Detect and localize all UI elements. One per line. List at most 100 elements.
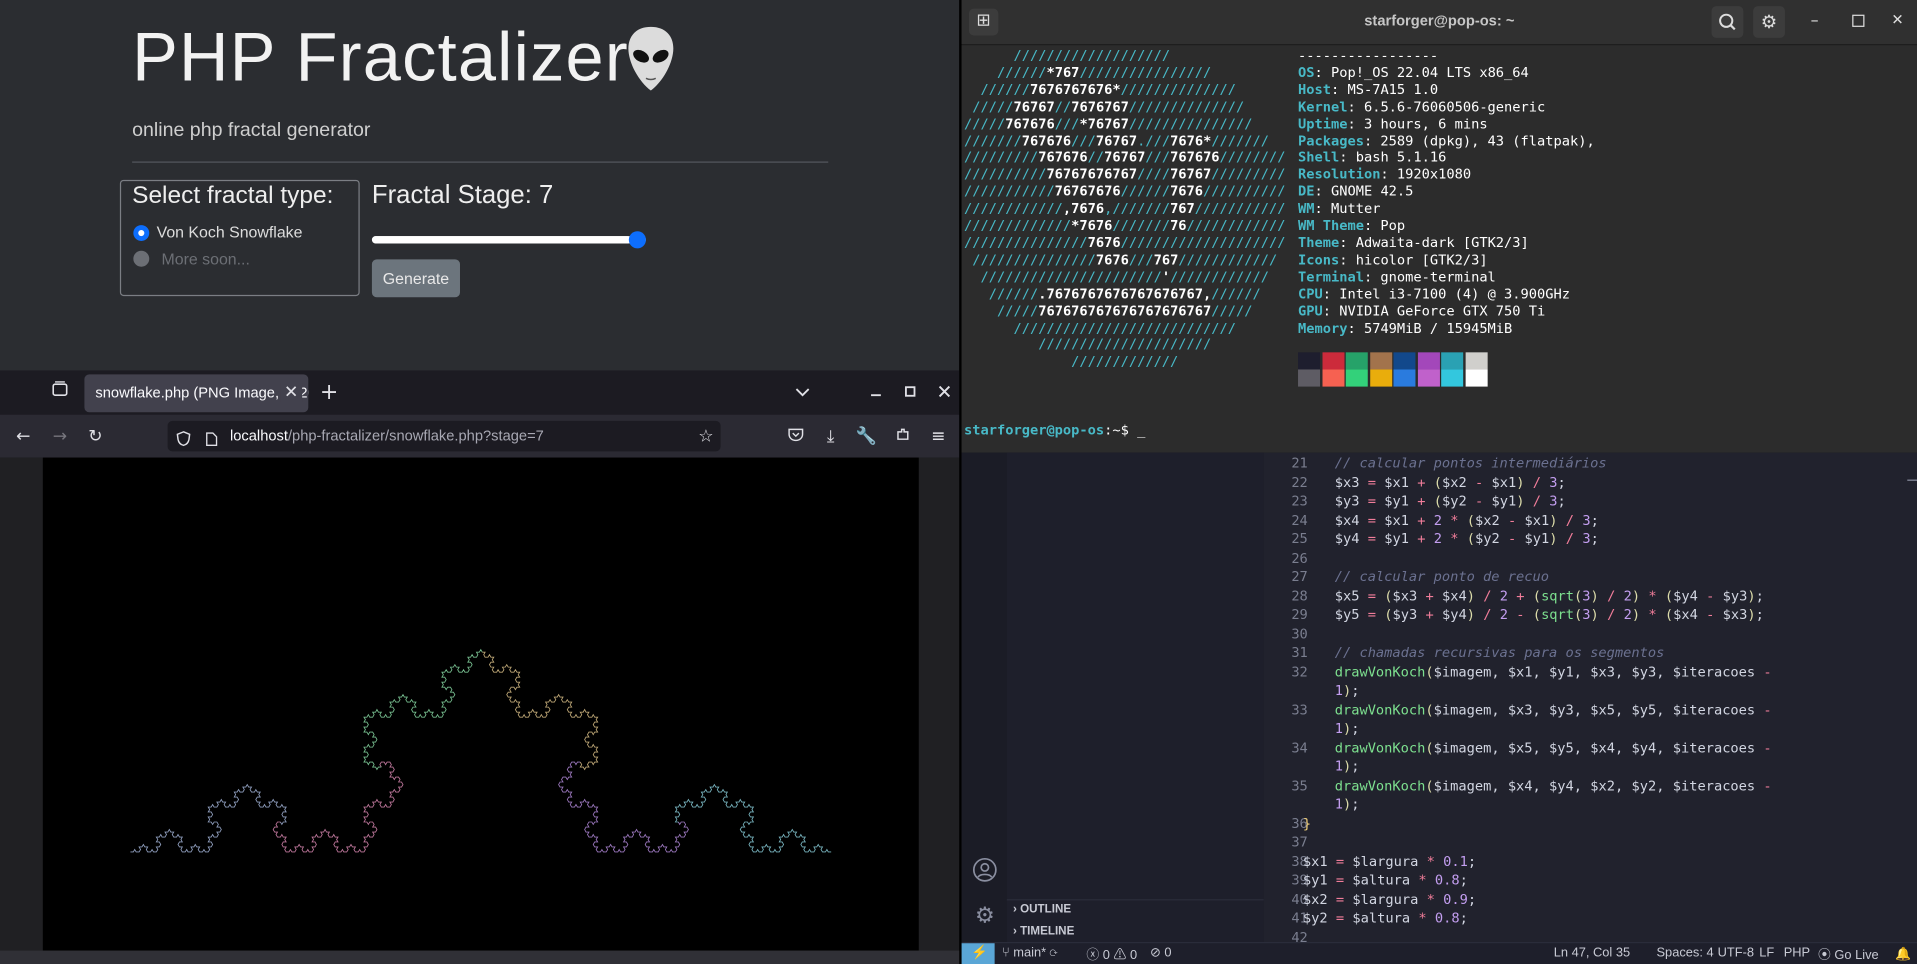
menu-icon[interactable]: ≡ — [926, 425, 950, 449]
info-line: OS: Pop!_OS 22.04 LTS x86_64 — [1298, 65, 1529, 81]
vscode-status-bar: ⚡ ⑂ main* ⟳ ⓧ 0 ⚠ 0 ⊘ 0 Ln 47, Col 35 Sp… — [961, 942, 1917, 964]
info-key: Icons — [1298, 251, 1340, 268]
notifications-icon[interactable]: 🔔 — [1895, 946, 1911, 962]
generate-button[interactable]: Generate — [371, 259, 460, 298]
encoding[interactable]: UTF-8 — [1718, 946, 1754, 961]
download-icon[interactable]: ⤓ — [818, 425, 842, 449]
info-value: : Mutter — [1314, 200, 1381, 217]
bookmark-star-icon[interactable]: ☆ — [694, 425, 718, 449]
manage-gear-icon[interactable]: ⚙ — [971, 903, 998, 930]
info-line: WM: Mutter — [1298, 201, 1380, 217]
koch-segment — [363, 648, 483, 771]
radio-label-von-koch[interactable]: Von Koch Snowflake — [157, 223, 303, 241]
back-icon[interactable]: ← — [10, 425, 37, 449]
info-value: : 2589 (dpkg), 43 (flatpak), — [1363, 132, 1595, 149]
close-window-icon[interactable] — [932, 380, 956, 404]
prompt-user: starforger@pop-os — [964, 422, 1105, 438]
info-line: WM Theme: Pop — [1298, 218, 1405, 234]
reload-icon[interactable]: ↻ — [82, 425, 109, 449]
slider-thumb[interactable] — [628, 231, 646, 249]
info-value: : 6.5.6-76060506-generic — [1347, 98, 1546, 115]
tab-title: snowflake.php (PNG Image, 1920 — [95, 384, 309, 402]
outline-label: OUTLINE — [1020, 902, 1072, 917]
terminal-prompt[interactable]: starforger@pop-os:~$ _ — [964, 422, 1145, 439]
indentation[interactable]: Spaces: 4 — [1656, 946, 1713, 961]
minimize-icon[interactable] — [864, 380, 888, 404]
branch-name: main* — [1013, 945, 1047, 961]
info-separator: ----------------- — [1298, 47, 1439, 64]
palette-swatch — [1345, 352, 1368, 370]
outline-section[interactable]: › OUTLINE — [1013, 903, 1071, 916]
end-of-line[interactable]: LF — [1759, 946, 1774, 961]
info-value: : GNOME 42.5 — [1314, 183, 1414, 200]
info-key: WM Theme — [1298, 217, 1364, 234]
extensions-icon[interactable] — [891, 425, 915, 449]
pocket-icon[interactable] — [783, 425, 807, 449]
search-icon[interactable] — [1711, 6, 1744, 38]
cursor-position[interactable]: Ln 47, Col 35 — [1554, 946, 1630, 961]
koch-segment — [482, 651, 599, 771]
maximize-icon[interactable] — [898, 380, 922, 404]
go-live-label: Go Live — [1834, 948, 1879, 963]
info-line: CPU: Intel i3-7100 (4) @ 3.900GHz — [1298, 286, 1570, 302]
ports-indicator[interactable]: ⊘ 0 — [1150, 946, 1171, 961]
close-tab-icon[interactable]: ✕ — [280, 382, 303, 403]
slider-fill — [371, 236, 632, 244]
koch-segment — [272, 761, 404, 853]
info-key: Memory — [1298, 319, 1348, 336]
fractal-type-legend: Select fractal type: — [132, 182, 334, 210]
branch-icon: ⑂ — [1001, 945, 1014, 961]
remote-indicator[interactable]: ⚡ — [961, 943, 995, 964]
url-host: localhost — [229, 426, 288, 445]
info-line: DE: GNOME 42.5 — [1298, 184, 1413, 200]
gear-icon[interactable]: ⚙ — [1753, 6, 1785, 38]
info-key: GPU — [1298, 302, 1323, 319]
info-line: Memory: 5749MiB / 15945MiB — [1298, 320, 1512, 336]
url-text[interactable]: localhost/php-fractalizer/snowflake.php?… — [230, 427, 544, 444]
browser-tab-active[interactable]: snowflake.php (PNG Image, 1920 — [84, 374, 309, 413]
maximize-icon[interactable] — [1852, 14, 1865, 27]
tab-overview-icon[interactable] — [46, 380, 73, 404]
palette-swatch — [1321, 352, 1344, 370]
palette-swatch — [1298, 369, 1321, 387]
palette-swatch — [1321, 369, 1344, 387]
app-subtitle: online php fractal generator — [132, 119, 371, 141]
palette-swatch — [1393, 369, 1416, 387]
php-fractalizer-app: PHP Fractalizer online php fractal gener… — [0, 0, 960, 371]
horizontal-scrollbar[interactable] — [0, 950, 960, 964]
koch-segment — [130, 783, 287, 853]
language-mode[interactable]: PHP — [1784, 946, 1810, 961]
info-line: Theme: Adwaita-dark [GTK2/3] — [1298, 235, 1529, 251]
wrench-icon[interactable]: 🔧 — [854, 425, 878, 449]
info-line: Terminal: gnome-terminal — [1298, 269, 1496, 285]
info-line: Host: MS-7A15 1.0 — [1298, 82, 1438, 98]
palette-swatch — [1298, 352, 1321, 370]
system-info: ----------------- OS: Pop!_OS 22.04 LTS … — [1298, 48, 1595, 337]
new-tab-icon[interactable]: + — [316, 381, 343, 403]
firefox-window: snowflake.php (PNG Image, 1920 ✕ + ← → ↻… — [0, 370, 960, 964]
palette-swatch — [1417, 352, 1440, 370]
info-value: : gnome-terminal — [1363, 268, 1496, 285]
list-tabs-icon[interactable] — [789, 380, 816, 404]
radio-von-koch[interactable] — [133, 225, 150, 242]
info-value: : NVIDIA GeForce GTX 750 Ti — [1322, 302, 1546, 319]
problems-indicator[interactable]: ⓧ 0 ⚠ 0 — [1086, 946, 1137, 964]
close-icon[interactable]: ✕ — [1891, 11, 1903, 28]
koch-curve — [130, 648, 832, 853]
info-line: Packages: 2589 (dpkg), 43 (flatpak), — [1298, 133, 1595, 149]
source-code-outer[interactable]: } $x1 = $largura * 0.1; $y1 = $altura * … — [1303, 454, 1476, 928]
account-icon[interactable] — [971, 856, 998, 883]
fractal-image — [42, 457, 919, 951]
shield-icon[interactable] — [176, 428, 193, 447]
palette-swatch — [1393, 352, 1416, 370]
info-line: Icons: hicolor [GTK2/3] — [1298, 252, 1488, 268]
vscode-window: ⚙ › OUTLINE › TIMELINE 21 22 23 24 25 26… — [961, 452, 1917, 945]
timeline-section[interactable]: › TIMELINE — [1013, 925, 1074, 938]
terminal-window: ⊞ starforger@pop-os: ~ ⚙ – ✕ ///////////… — [961, 0, 1917, 453]
branch-indicator[interactable]: ⑂ main* ⟳ — [1002, 946, 1057, 961]
info-value: : Pop!_OS 22.04 LTS x86_64 — [1314, 64, 1529, 81]
minimize-icon[interactable]: – — [1811, 12, 1819, 30]
go-live-button[interactable]: ⦿ Go Live — [1818, 946, 1879, 964]
palette-swatch — [1369, 352, 1392, 370]
info-value: : Adwaita-dark [GTK2/3] — [1339, 234, 1529, 251]
